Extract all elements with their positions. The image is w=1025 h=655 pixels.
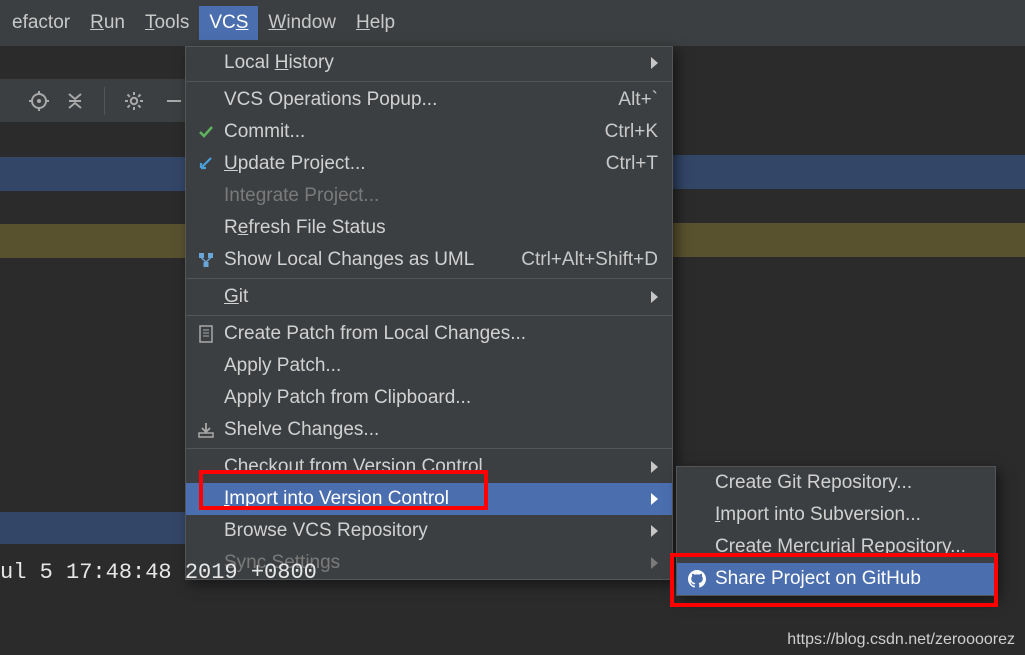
submenu-item-create-mercurial-repository[interactable]: Create Mercurial Repository... [677,531,995,563]
update-icon [194,155,218,173]
editor-highlight-row [673,223,1025,257]
editor-highlight-row [0,224,185,258]
menu-item-local-history[interactable]: Local History [186,47,672,79]
shortcut-label: Ctrl+Alt+Shift+D [521,249,658,271]
menu-separator [186,315,672,316]
submenu-arrow-icon [651,461,658,473]
menu-separator [186,278,672,279]
menu-separator [186,448,672,449]
submenu-item-import-subversion[interactable]: Import into Subversion... [677,499,995,531]
watermark-url: https://blog.csdn.net/zeroooorez [787,631,1015,649]
menu-tools[interactable]: Tools [135,6,199,40]
menu-item-browse-vcs-repository[interactable]: Browse VCS Repository [186,515,672,547]
menu-window[interactable]: Window [258,6,346,40]
menu-help[interactable]: Help [346,6,405,40]
check-icon [194,123,218,141]
import-version-control-submenu: Create Git Repository... Import into Sub… [676,466,996,596]
menu-item-commit[interactable]: Commit... Ctrl+K [186,116,672,148]
menu-refactor[interactable]: efactor [2,6,80,40]
main-menubar: efactor Run Tools VCS Window Help [0,0,1025,46]
menu-item-create-patch[interactable]: Create Patch from Local Changes... [186,318,672,350]
menu-item-git[interactable]: Git [186,281,672,313]
menu-vcs[interactable]: VCS [199,6,258,40]
menu-separator [186,81,672,82]
submenu-arrow-icon [651,57,658,69]
menu-item-apply-patch[interactable]: Apply Patch... [186,350,672,382]
patch-icon [194,325,218,343]
menu-item-update-project[interactable]: Update Project... Ctrl+T [186,148,672,180]
toolbar [0,78,185,123]
vcs-dropdown-menu: Local History VCS Operations Popup... Al… [185,46,673,580]
editor-highlight-row [0,512,185,544]
menu-item-apply-patch-clipboard[interactable]: Apply Patch from Clipboard... [186,382,672,414]
submenu-arrow-icon [651,291,658,303]
terminal-output: ul 5 17:48:48 2019 +0800 [0,560,680,585]
menu-item-import-version-control[interactable]: Import into Version Control [186,483,672,515]
menu-item-checkout-version-control[interactable]: Checkout from Version Control [186,451,672,483]
minimize-icon[interactable] [163,90,185,112]
shortcut-label: Ctrl+T [606,153,658,175]
uml-icon [194,251,218,269]
menu-run[interactable]: Run [80,6,135,40]
gear-icon[interactable] [123,90,145,112]
shortcut-label: Ctrl+K [605,121,658,143]
shortcut-label: Alt+` [618,89,658,111]
submenu-item-create-git-repository[interactable]: Create Git Repository... [677,467,995,499]
submenu-arrow-icon [651,525,658,537]
menu-item-shelve-changes[interactable]: Shelve Changes... [186,414,672,446]
menu-item-refresh-file-status[interactable]: Refresh File Status [186,212,672,244]
menu-item-show-local-changes-uml[interactable]: Show Local Changes as UML Ctrl+Alt+Shift… [186,244,672,276]
shelve-icon [194,421,218,439]
target-icon[interactable] [28,90,50,112]
menu-item-vcs-operations-popup[interactable]: VCS Operations Popup... Alt+` [186,84,672,116]
submenu-arrow-icon [651,493,658,505]
editor-highlight-row [0,157,185,191]
submenu-item-share-project-github[interactable]: Share Project on GitHub [677,563,995,595]
menu-item-integrate-project: Integrate Project... [186,180,672,212]
toolbar-separator [104,87,105,115]
github-icon [685,570,709,588]
collapse-icon[interactable] [64,90,86,112]
editor-highlight-row [673,155,1025,189]
